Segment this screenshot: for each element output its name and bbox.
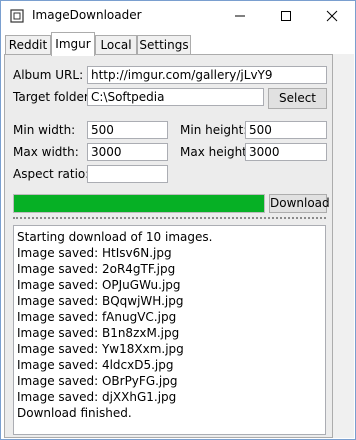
target-folder-input[interactable]: C:\Softpedia: [87, 88, 264, 106]
min-width-input[interactable]: 500: [87, 121, 168, 139]
min-width-label: Min width:: [13, 123, 76, 137]
side-strip: [333, 54, 354, 438]
max-height-label: Max height:: [180, 145, 251, 159]
log-line: Image saved: B1n8zxM.jpg: [17, 326, 180, 340]
download-button[interactable]: Download: [269, 194, 330, 213]
log-line: Image saved: 4ldcxD5.jpg: [17, 358, 174, 372]
tab-local[interactable]: Local: [95, 35, 137, 54]
log-line: Image saved: OBrPyFG.jpg: [17, 374, 178, 388]
log-line: Starting download of 10 images.: [17, 230, 213, 244]
splitter-handle[interactable]: [13, 217, 326, 219]
app-icon: [10, 9, 24, 23]
log-line: Image saved: fAnugVC.jpg: [17, 310, 177, 324]
log-output[interactable]: Starting download of 10 images. Image sav…: [13, 225, 326, 435]
close-button[interactable]: [309, 1, 355, 31]
log-line: Image saved: OPJuGWu.jpg: [17, 278, 181, 292]
title-bar[interactable]: ImageDownloader: [1, 1, 355, 31]
log-line: Image saved: BQqwjWH.jpg: [17, 294, 184, 308]
download-progress-bar: [13, 194, 265, 213]
aspect-ratio-input[interactable]: [87, 165, 168, 183]
max-width-label: Max width:: [13, 145, 79, 159]
log-line: Download finished.: [17, 406, 132, 420]
app-window: ImageDownloader Reddit Imgur Local Setti…: [0, 0, 356, 440]
progress-fill: [14, 195, 264, 212]
target-folder-label: Target folder:: [13, 90, 93, 104]
tab-imgur[interactable]: Imgur: [51, 32, 95, 56]
tab-settings[interactable]: Settings: [137, 35, 191, 54]
min-height-input[interactable]: 500: [245, 121, 327, 139]
select-folder-button[interactable]: Select: [268, 88, 327, 109]
tab-reddit[interactable]: Reddit: [5, 35, 51, 54]
close-icon: [326, 10, 338, 22]
maximize-icon: [281, 11, 291, 21]
min-height-label: Min height:: [180, 123, 248, 137]
max-width-input[interactable]: 3000: [87, 143, 168, 161]
minimize-button[interactable]: [217, 1, 263, 31]
log-line: Image saved: 2oR4gTF.jpg: [17, 262, 176, 276]
maximize-button[interactable]: [263, 1, 309, 31]
album-url-label: Album URL:: [13, 68, 84, 82]
aspect-ratio-label: Aspect ratio:: [13, 167, 90, 181]
window-title: ImageDownloader: [32, 8, 142, 22]
log-line: Image saved: Yw18Xxm.jpg: [17, 342, 184, 356]
log-line: Image saved: djXXhG1.jpg: [17, 390, 177, 404]
album-url-input[interactable]: http://imgur.com/gallery/jLvY9: [87, 66, 327, 84]
max-height-input[interactable]: 3000: [245, 143, 327, 161]
log-line: Image saved: HtIsv6N.jpg: [17, 246, 172, 260]
minimize-icon: [235, 15, 245, 17]
tab-strip: Reddit Imgur Local Settings: [4, 32, 354, 56]
